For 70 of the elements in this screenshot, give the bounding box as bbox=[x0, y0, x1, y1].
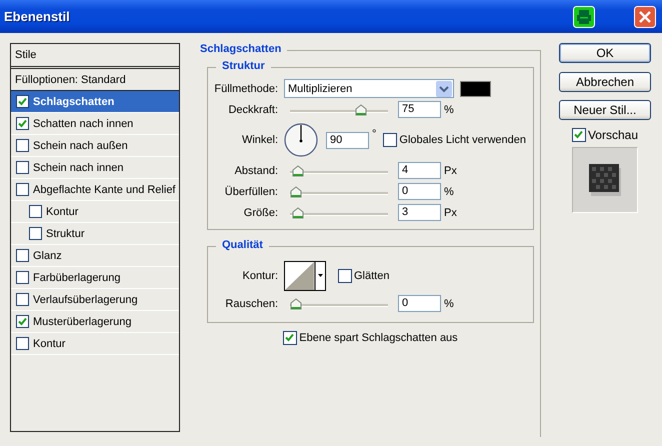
unit-label: % bbox=[444, 298, 454, 310]
style-item[interactable]: Kontur bbox=[11, 201, 179, 223]
slider-thumb[interactable] bbox=[292, 206, 304, 218]
unit-label: % bbox=[444, 186, 454, 198]
checkbox[interactable] bbox=[16, 271, 29, 284]
knockout-checkbox[interactable]: Ebene spart Schlagschatten aus bbox=[283, 331, 458, 345]
contour-picker[interactable] bbox=[284, 261, 326, 291]
style-item[interactable]: Schein nach innen bbox=[11, 157, 179, 179]
checkbox[interactable] bbox=[16, 337, 29, 350]
window-title: Ebenenstil bbox=[4, 9, 70, 24]
value-field[interactable]: 75 bbox=[398, 101, 441, 118]
checkmark-icon bbox=[572, 129, 584, 140]
checkbox[interactable] bbox=[16, 117, 29, 130]
angle-dial[interactable] bbox=[284, 123, 318, 157]
field-label: Füllmethode: bbox=[213, 82, 279, 94]
slider-thumb[interactable] bbox=[290, 186, 302, 198]
checkbox[interactable] bbox=[16, 183, 29, 196]
slider-thumb[interactable] bbox=[354, 104, 366, 116]
field-label: Überfüllen: bbox=[224, 186, 279, 198]
unit-label: Px bbox=[444, 164, 457, 176]
group-title: Qualität bbox=[216, 239, 269, 251]
field-label: Deckkraft: bbox=[227, 104, 279, 116]
dialog-button[interactable]: Abbrechen bbox=[559, 72, 651, 92]
field-label: Rauschen: bbox=[224, 298, 279, 310]
field-label: Kontur: bbox=[242, 270, 279, 282]
value-field[interactable]: 0 bbox=[398, 295, 441, 312]
preview-checkbox[interactable]: Vorschau bbox=[572, 128, 638, 142]
checkbox[interactable] bbox=[29, 205, 42, 218]
slider-thumb[interactable] bbox=[292, 164, 304, 176]
close-icon[interactable] bbox=[634, 6, 656, 28]
style-item[interactable]: Schlagschatten bbox=[11, 91, 179, 113]
global-light-checkbox[interactable]: Globales Licht verwenden bbox=[383, 133, 526, 147]
checkbox[interactable] bbox=[16, 315, 29, 328]
field-label: Abstand: bbox=[234, 164, 279, 176]
style-item[interactable]: Musterüberlagerung bbox=[11, 311, 179, 333]
checkbox[interactable] bbox=[16, 95, 29, 108]
group-title: Struktur bbox=[216, 60, 271, 72]
field-label: Größe: bbox=[242, 206, 279, 218]
style-item[interactable]: Struktur bbox=[11, 223, 179, 245]
unit-label: ° bbox=[372, 128, 376, 140]
printer-icon[interactable] bbox=[573, 6, 595, 28]
antialias-checkbox[interactable]: Glätten bbox=[338, 269, 390, 283]
style-item[interactable]: Kontur bbox=[11, 333, 179, 355]
unit-label: % bbox=[444, 104, 454, 116]
style-item[interactable]: Schein nach außen bbox=[11, 135, 179, 157]
angle-field[interactable]: 90 bbox=[326, 132, 369, 148]
checkbox[interactable] bbox=[16, 139, 29, 152]
checkbox[interactable] bbox=[29, 227, 42, 240]
value-field[interactable]: 0 bbox=[398, 183, 441, 200]
dialog-button[interactable]: OK bbox=[559, 43, 651, 63]
style-item[interactable]: Glanz bbox=[11, 245, 179, 267]
unit-label: Px bbox=[444, 206, 457, 218]
style-item[interactable]: Verlaufsüberlagerung bbox=[11, 289, 179, 311]
textured-square-icon bbox=[588, 163, 622, 197]
value-field[interactable]: 4 bbox=[398, 162, 441, 179]
color-swatch[interactable] bbox=[460, 80, 491, 96]
field-label: Winkel: bbox=[240, 134, 279, 146]
checkbox[interactable] bbox=[16, 161, 29, 174]
group-title: Schlagschatten bbox=[200, 43, 288, 55]
checkbox[interactable] bbox=[16, 293, 29, 306]
style-item[interactable]: Farbüberlagerung bbox=[11, 267, 179, 289]
blend-mode-dropdown[interactable]: Multiplizieren bbox=[284, 79, 454, 98]
slider-thumb[interactable] bbox=[290, 298, 302, 310]
checkbox[interactable] bbox=[16, 249, 29, 262]
checkmark-icon bbox=[284, 332, 296, 343]
value-field[interactable]: 3 bbox=[398, 204, 441, 221]
dialog-button[interactable]: Neuer Stil... bbox=[559, 100, 651, 120]
style-item[interactable]: Abgeflachte Kante und Relief bbox=[11, 179, 179, 201]
list-header: Stile bbox=[11, 44, 179, 69]
style-item[interactable]: Schatten nach innen bbox=[11, 113, 179, 135]
